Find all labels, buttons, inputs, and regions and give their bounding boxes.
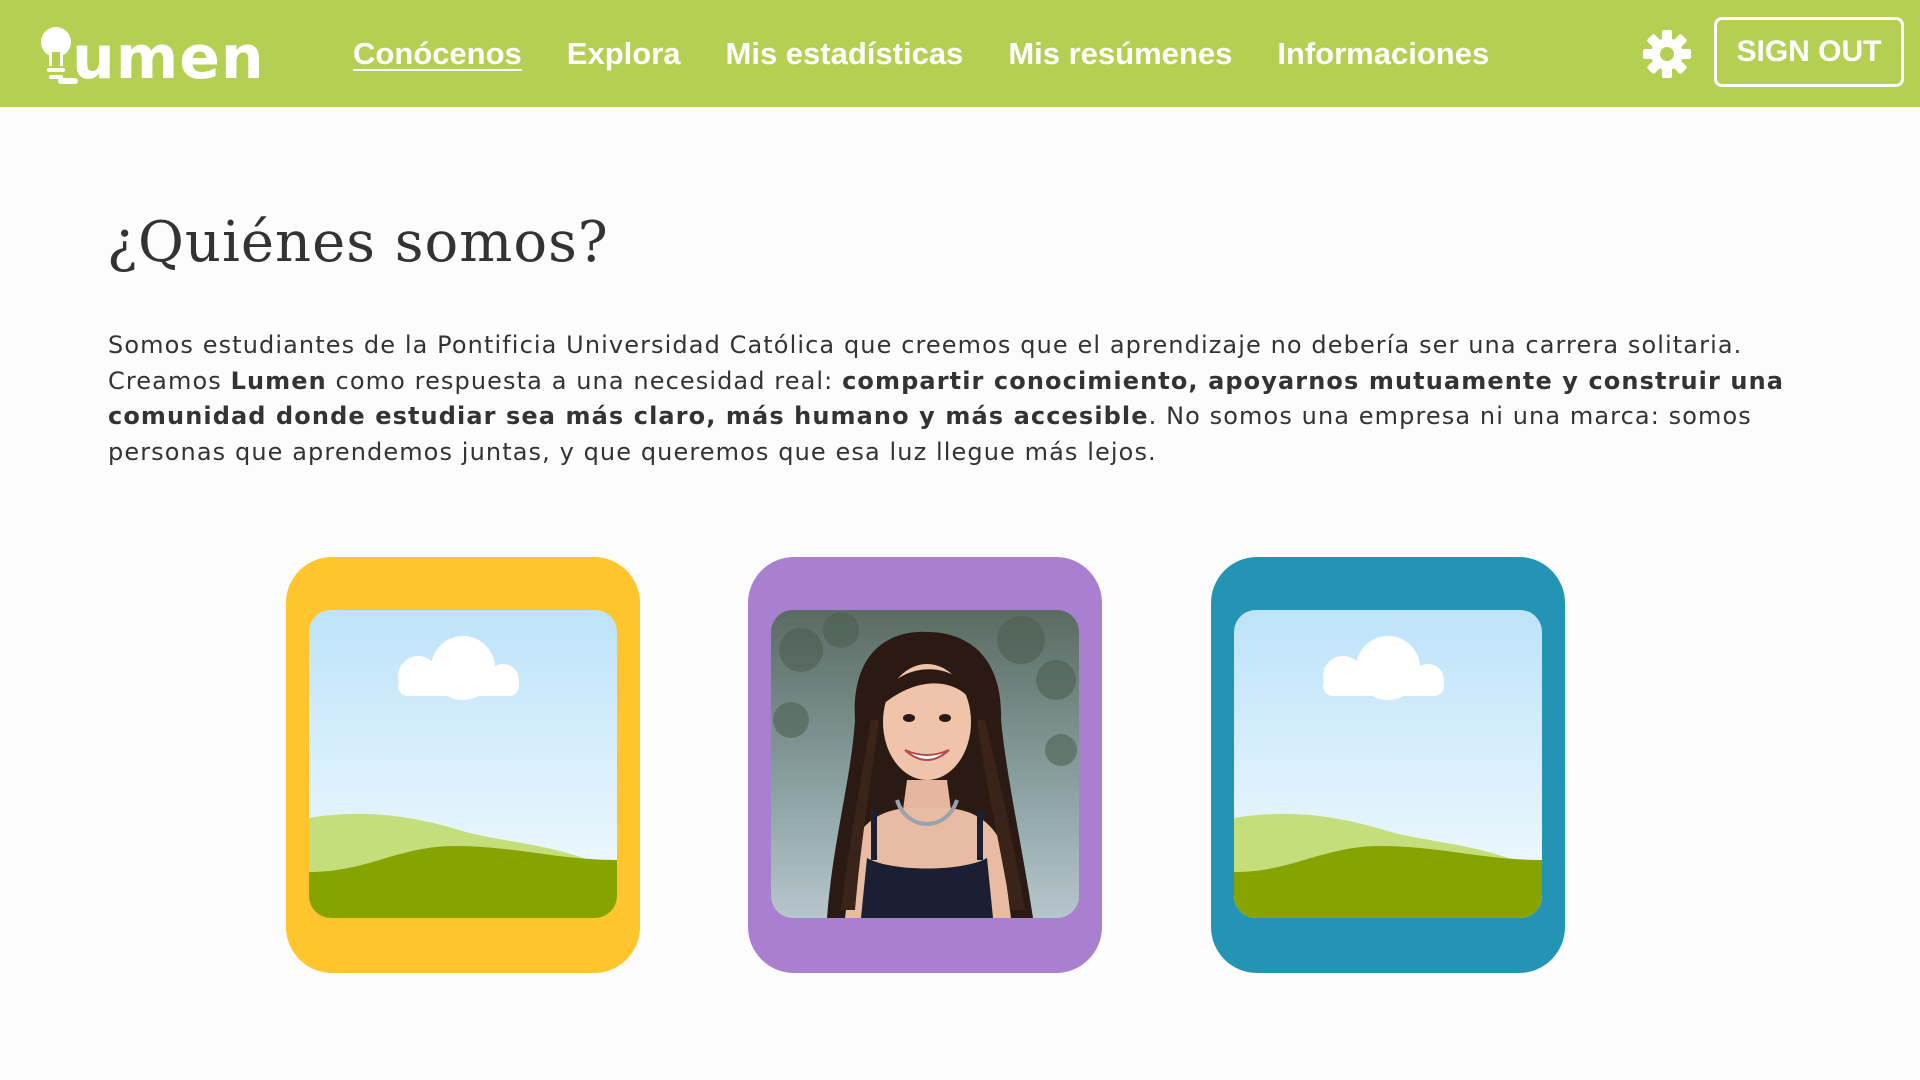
- intro-paragraph: Somos estudiantes de la Pontificia Unive…: [108, 328, 1828, 470]
- lumen-logo[interactable]: umen: [38, 22, 278, 88]
- placeholder-landscape-icon: [309, 610, 617, 918]
- intro-text-2: como respuesta a una necesidad real:: [326, 366, 843, 395]
- nav-item-informaciones[interactable]: Informaciones: [1277, 36, 1489, 72]
- page-title: ¿Quiénes somos?: [107, 210, 609, 275]
- team-member-photo: [771, 610, 1079, 918]
- team-card-1[interactable]: [286, 557, 640, 973]
- nav-item-mis-estadisticas[interactable]: Mis estadísticas: [726, 36, 964, 72]
- placeholder-landscape-icon: [1234, 610, 1542, 918]
- logo-text: umen: [72, 23, 265, 93]
- intro-bold-1: Lumen: [230, 366, 327, 395]
- main-nav: Conócenos Explora Mis estadísticas Mis r…: [353, 0, 1489, 107]
- nav-item-explora[interactable]: Explora: [567, 36, 681, 72]
- nav-item-conocenos[interactable]: Conócenos: [353, 36, 522, 72]
- team-card-3[interactable]: [1211, 557, 1565, 973]
- top-navigation-bar: umen Conócenos Explora Mis estadísticas …: [0, 0, 1920, 107]
- nav-item-mis-resumenes[interactable]: Mis resúmenes: [1008, 36, 1232, 72]
- sign-out-button[interactable]: SIGN OUT: [1714, 17, 1904, 87]
- gear-icon[interactable]: [1641, 28, 1693, 80]
- team-card-2[interactable]: [748, 557, 1102, 973]
